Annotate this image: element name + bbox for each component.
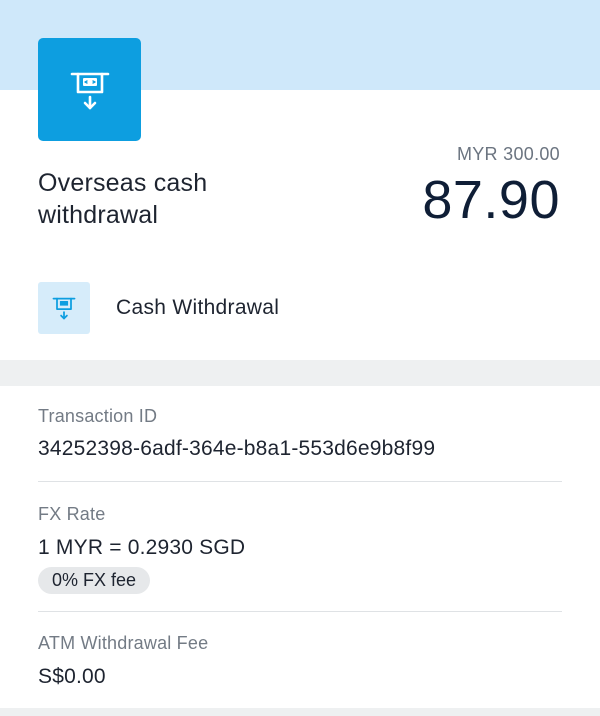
category-label[interactable]: Cash Withdrawal — [116, 296, 279, 320]
atm-fee-label: ATM Withdrawal Fee — [38, 633, 209, 653]
transaction-id-label: Transaction ID — [38, 406, 158, 426]
bottom-separator — [0, 708, 600, 716]
original-currency-amount: MYR 300.00 — [456, 144, 560, 164]
transaction-title: Overseas cash withdrawal — [38, 167, 298, 231]
atm-withdrawal-icon — [38, 38, 141, 141]
fx-fee-badge: 0% FX fee — [38, 567, 151, 594]
divider — [38, 481, 562, 482]
fx-rate-value: 1 MYR = 0.2930 SGD — [38, 536, 246, 559]
transaction-amount: 87.90 — [422, 170, 560, 230]
section-separator — [0, 360, 600, 386]
category-atm-icon[interactable] — [38, 282, 90, 334]
title-line-2: withdrawal — [38, 201, 159, 229]
transaction-id-value: 34252398-6adf-364e-b8a1-553d6e9b8f99 — [38, 437, 436, 460]
divider — [38, 611, 562, 612]
title-line-1: Overseas cash — [38, 169, 208, 197]
atm-fee-value: S$0.00 — [38, 665, 106, 688]
fx-rate-label: FX Rate — [38, 504, 106, 524]
